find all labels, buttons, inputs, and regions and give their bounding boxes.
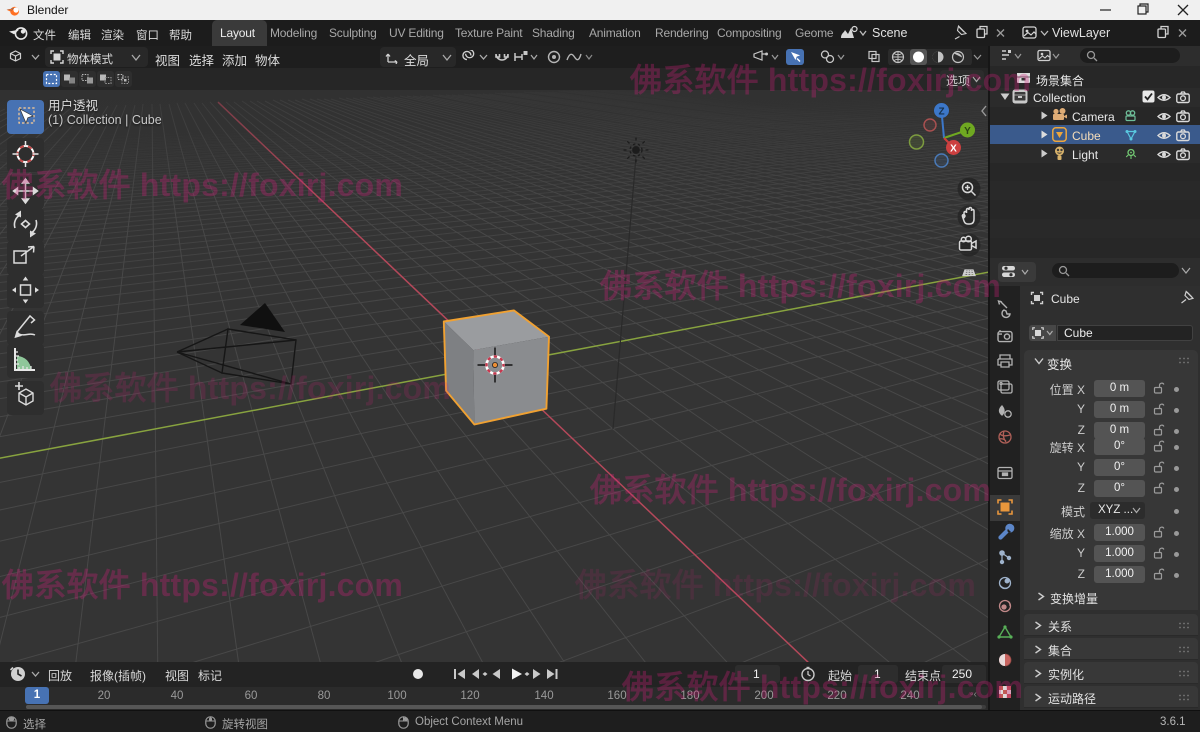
svg-text:Y: Y — [964, 126, 971, 137]
svg-text:X: X — [950, 144, 957, 155]
svg-text:Z: Z — [938, 107, 944, 118]
